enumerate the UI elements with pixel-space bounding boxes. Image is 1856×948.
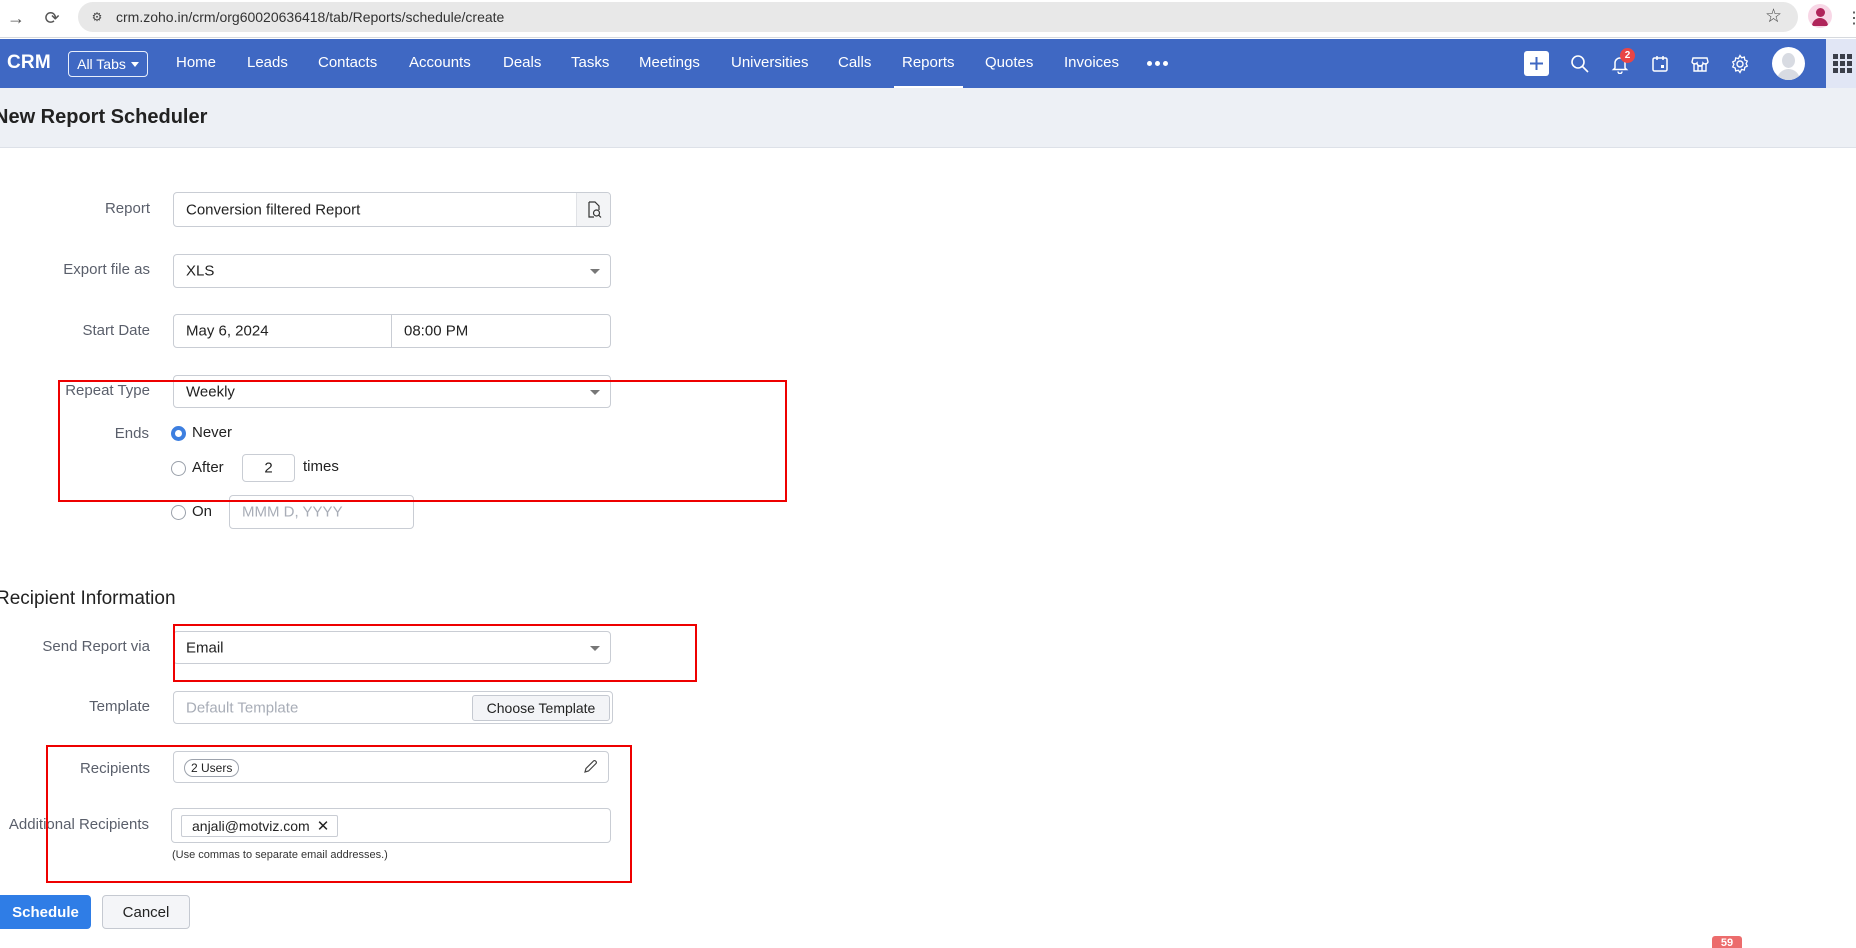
template-placeholder: Default Template	[186, 699, 299, 716]
additional-recipients-input[interactable]: anjali@motviz.com ✕	[171, 808, 611, 843]
repeat-type-select[interactable]: Weekly	[173, 375, 611, 408]
more-tabs-icon[interactable]	[1147, 61, 1168, 66]
create-new-button[interactable]	[1524, 51, 1549, 76]
report-value: Conversion filtered Report	[186, 201, 361, 218]
send-via-label: Send Report via	[42, 638, 150, 655]
chevron-down-icon	[590, 389, 600, 395]
url-text[interactable]: crm.zoho.in/crm/org60020636418/tab/Repor…	[116, 9, 504, 25]
all-tabs-button[interactable]: All Tabs	[68, 51, 148, 77]
nav-tab-contacts[interactable]: Contacts	[318, 54, 377, 71]
nav-tab-meetings[interactable]: Meetings	[639, 54, 700, 71]
cancel-button[interactable]: Cancel	[102, 895, 190, 929]
ends-on-date-placeholder: MMM D, YYYY	[242, 503, 343, 521]
recipients-field[interactable]: 2 Users	[173, 751, 609, 783]
reload-icon[interactable]: ⟳	[40, 6, 64, 30]
ends-on-date-input[interactable]: MMM D, YYYY	[229, 495, 414, 529]
email-chip-text: anjali@motviz.com	[192, 818, 310, 834]
ends-after-label[interactable]: After	[192, 459, 224, 476]
user-avatar[interactable]	[1772, 47, 1805, 80]
bookmark-star-icon[interactable]: ☆	[1765, 5, 1782, 28]
export-label: Export file as	[63, 261, 150, 278]
ends-after-radio[interactable]	[171, 461, 186, 476]
ends-label: Ends	[114, 425, 149, 442]
start-time-value: 08:00 PM	[404, 322, 469, 340]
nav-tab-quotes[interactable]: Quotes	[985, 54, 1033, 71]
nav-tab-reports[interactable]: Reports	[894, 54, 962, 89]
browser-menu-icon[interactable]: ⋮	[1846, 8, 1856, 27]
export-format-select[interactable]: XLS	[173, 254, 611, 288]
notification-count-badge: 2	[1620, 48, 1635, 63]
additional-recipients-label: Additional Recipients	[8, 816, 149, 833]
repeat-type-value: Weekly	[186, 383, 235, 400]
page-header: New Report Scheduler	[0, 88, 1856, 148]
chevron-down-icon	[130, 61, 139, 67]
template-field[interactable]: Default Template Choose Template	[173, 691, 613, 724]
start-time-input[interactable]: 08:00 PM	[391, 314, 611, 348]
start-date-label: Start Date	[82, 322, 150, 339]
settings-gear-icon[interactable]	[1728, 52, 1752, 76]
calendar-icon[interactable]	[1648, 52, 1672, 76]
export-format-value: XLS	[186, 262, 215, 280]
send-via-select[interactable]: Email	[173, 631, 611, 664]
floating-count-badge[interactable]: 59	[1712, 936, 1742, 948]
report-lookup-field[interactable]: Conversion filtered Report	[173, 192, 611, 227]
chevron-down-icon	[590, 269, 600, 274]
apps-grid-icon	[1833, 54, 1852, 73]
plus-icon	[1530, 57, 1543, 70]
nav-tab-home[interactable]: Home	[176, 54, 216, 71]
browser-profile-icon[interactable]	[1808, 4, 1832, 28]
recipient-information-heading: Recipient Information	[0, 588, 176, 609]
nav-tab-invoices[interactable]: Invoices	[1064, 54, 1119, 71]
schedule-button[interactable]: Schedule	[0, 895, 91, 929]
email-chip: anjali@motviz.com ✕	[181, 815, 339, 837]
additional-recipients-hint: (Use commas to separate email addresses.…	[172, 849, 388, 861]
edit-pencil-icon[interactable]	[583, 759, 598, 779]
nav-tab-accounts[interactable]: Accounts	[409, 54, 471, 71]
report-lookup-button[interactable]	[576, 193, 610, 226]
repeat-type-label: Repeat Type	[65, 382, 150, 399]
address-bar[interactable]: ⚙ crm.zoho.in/crm/org60020636418/tab/Rep…	[78, 2, 1798, 32]
ends-on-label[interactable]: On	[192, 503, 212, 520]
recipients-users-chip[interactable]: 2 Users	[184, 759, 240, 777]
nav-tab-tasks[interactable]: Tasks	[571, 54, 609, 71]
report-label: Report	[104, 200, 150, 217]
chevron-down-icon	[590, 645, 600, 651]
start-date-value: May 6, 2024	[186, 322, 269, 340]
start-date-input[interactable]: May 6, 2024	[173, 314, 392, 348]
send-via-value: Email	[186, 639, 224, 656]
remove-email-x-icon[interactable]: ✕	[317, 817, 330, 835]
site-info-icon[interactable]: ⚙	[88, 8, 106, 26]
search-icon[interactable]	[1568, 52, 1592, 76]
crm-top-nav: CRM All Tabs Home Leads Contacts Account…	[0, 39, 1856, 89]
nav-tab-deals[interactable]: Deals	[503, 54, 541, 71]
recipients-label: Recipients	[79, 760, 150, 777]
ends-after-count-input[interactable]: 2	[242, 454, 295, 482]
template-label: Template	[89, 698, 150, 715]
all-tabs-label: All Tabs	[77, 56, 126, 72]
lookup-document-search-icon	[587, 200, 601, 218]
ends-never-radio[interactable]	[171, 426, 186, 441]
nav-tab-calls[interactable]: Calls	[838, 54, 871, 71]
times-label: times	[303, 458, 339, 475]
nav-tab-universities[interactable]: Universities	[731, 54, 809, 71]
ends-never-label[interactable]: Never	[192, 424, 232, 441]
forward-icon[interactable]: →	[4, 6, 28, 30]
crm-logo[interactable]: CRM	[7, 52, 51, 74]
nav-tab-leads[interactable]: Leads	[247, 54, 288, 71]
app-launcher[interactable]	[1826, 39, 1856, 88]
marketplace-icon[interactable]	[1688, 52, 1712, 76]
page-title: New Report Scheduler	[0, 106, 208, 128]
browser-toolbar: → ⟳ ⚙ crm.zoho.in/crm/org60020636418/tab…	[0, 0, 1856, 38]
ends-on-radio[interactable]	[171, 505, 186, 520]
ends-after-count-value: 2	[264, 459, 273, 477]
choose-template-button[interactable]: Choose Template	[472, 695, 610, 721]
